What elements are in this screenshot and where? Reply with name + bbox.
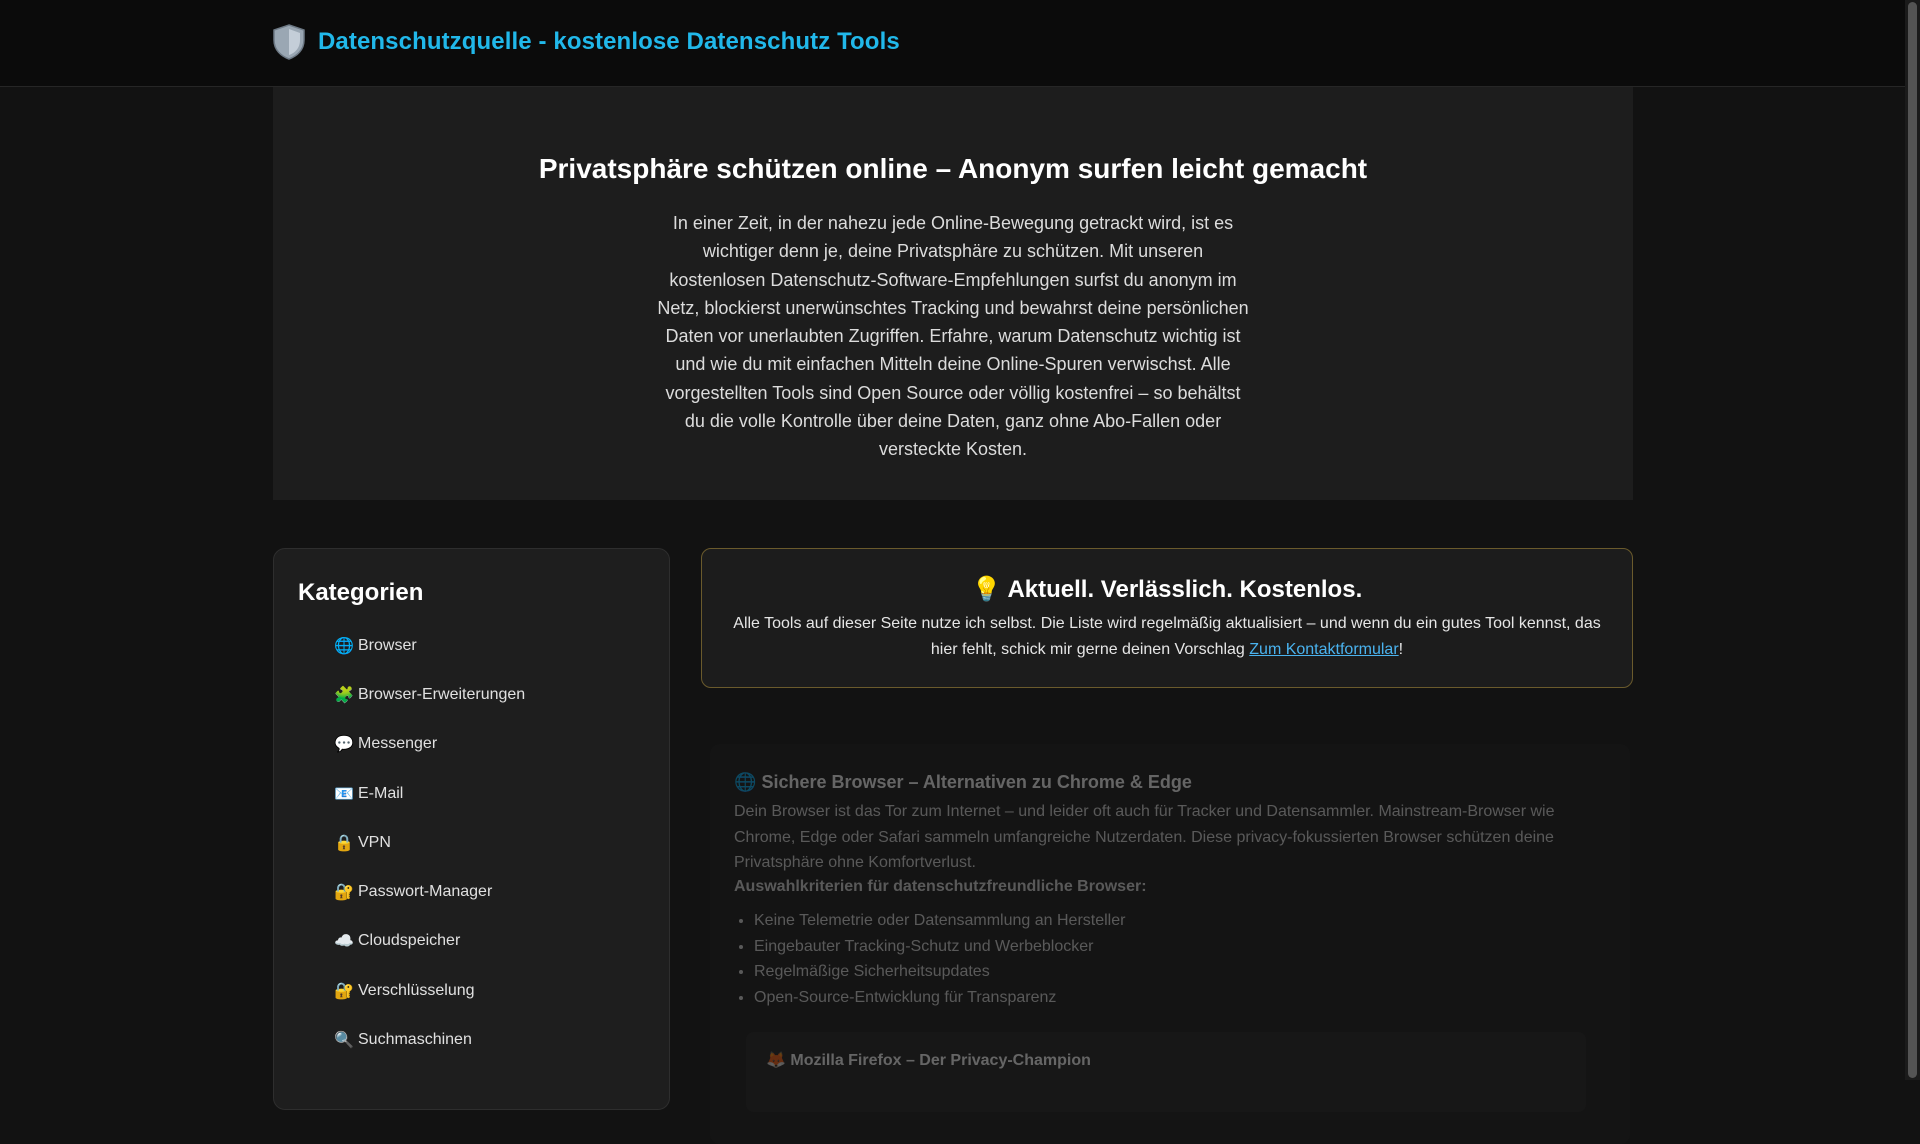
- lock-key-icon: 🔐: [334, 982, 354, 1000]
- section-heading-text: Sichere Browser – Alternativen zu Chrome…: [761, 772, 1192, 792]
- lock-key-icon: 🔐: [334, 884, 354, 902]
- category-item-cloud-storage[interactable]: ☁️ Cloudspeicher: [334, 917, 525, 966]
- hero-text: In einer Zeit, in der nahezu jede Online…: [657, 213, 1249, 460]
- cloud-icon: ☁️: [334, 933, 354, 951]
- category-item-messenger[interactable]: 💬 Messenger: [334, 720, 525, 769]
- category-item-encryption[interactable]: 🔐 Verschlüsselung: [334, 966, 525, 1015]
- section-intro: Dein Browser ist das Tor zum Internet – …: [734, 803, 1555, 871]
- notice-text-before: Alle Tools auf dieser Seite nutze ich se…: [733, 615, 1601, 658]
- contact-form-link[interactable]: Zum Kontaktformular: [1249, 641, 1398, 658]
- speech-bubble-icon: 💬: [334, 736, 354, 754]
- globe-icon: 🌐: [734, 772, 757, 792]
- category-label: Browser-Erweiterungen: [358, 685, 526, 703]
- category-list: 🌐 Browser 🧩 Browser-Erweiterungen 💬 Messeng…: [334, 621, 525, 1065]
- category-label: VPN: [358, 833, 391, 851]
- list-item: Keine Telemetrie oder Datensammlung an H…: [754, 908, 1125, 934]
- category-label: Passwort-Manager: [358, 883, 493, 901]
- notice-box: 💡 Aktuell. Verlässlich. Kostenlos. Alle …: [701, 548, 1633, 688]
- category-label: Verschlüsselung: [358, 981, 475, 999]
- tool-card-firefox[interactable]: 🦊 Mozilla Firefox – Der Privacy-Champion: [746, 1032, 1586, 1112]
- tool-card-title-text: Mozilla Firefox – Der Privacy-Champion: [790, 1052, 1091, 1069]
- notice-text-after: !: [1398, 641, 1404, 658]
- notice-heading-text: Aktuell. Verlässlich. Kostenlos.: [1007, 576, 1363, 603]
- category-item-email[interactable]: 📧 E-Mail: [334, 769, 525, 818]
- criteria-list: Keine Telemetrie oder Datensammlung an H…: [734, 908, 1125, 1010]
- list-item: Regelmäßige Sicherheitsupdates: [754, 959, 1125, 985]
- tool-card-title: 🦊 Mozilla Firefox – Der Privacy-Champion: [766, 1050, 1091, 1070]
- category-label: Suchmaschinen: [358, 1031, 472, 1049]
- magnifier-icon: 🔍: [334, 1032, 354, 1050]
- puzzle-icon: 🧩: [334, 686, 354, 704]
- browser-section: 🌐 Sichere Browser – Alternativen zu Chro…: [710, 744, 1630, 1144]
- shield-icon: [273, 24, 305, 60]
- category-item-password-manager[interactable]: 🔐 Passwort-Manager: [334, 867, 525, 916]
- scrollbar-thumb[interactable]: [1908, 2, 1917, 1078]
- notice-text: Alle Tools auf dieser Seite nutze ich se…: [732, 611, 1602, 663]
- criteria-heading: Auswahlkriterien für datenschutzfreundli…: [734, 878, 1147, 895]
- category-item-search-engines[interactable]: 🔍 Suchmaschinen: [334, 1015, 525, 1064]
- brand-link[interactable]: Datenschutzquelle - kostenlose Datenschu…: [272, 24, 900, 60]
- category-item-vpn[interactable]: 🔒 VPN: [334, 818, 525, 867]
- category-label: Browser: [358, 636, 417, 654]
- lightbulb-icon: 💡: [971, 576, 1002, 603]
- category-item-browser[interactable]: 🌐 Browser: [334, 621, 525, 670]
- hero-heading: Privatsphäre schützen online – Anonym su…: [538, 153, 1368, 184]
- category-label: E-Mail: [358, 784, 404, 802]
- categories-sidebar: Kategorien 🌐 Browser 🧩 Browser-Erweiterung…: [273, 548, 670, 1110]
- list-item: Open-Source-Entwicklung für Transparenz: [754, 985, 1125, 1011]
- globe-icon: 🌐: [334, 637, 354, 655]
- notice-heading: 💡 Aktuell. Verlässlich. Kostenlos.: [702, 575, 1632, 604]
- category-item-browser-extensions[interactable]: 🧩 Browser-Erweiterungen: [334, 670, 525, 719]
- hero-section: Privatsphäre schützen online – Anonym su…: [273, 87, 1633, 500]
- category-label: Messenger: [358, 735, 438, 753]
- lock-icon: 🔒: [334, 834, 354, 852]
- site-title: Datenschutzquelle - kostenlose Datenschu…: [318, 28, 900, 55]
- category-label: Cloudspeicher: [358, 932, 461, 950]
- top-header: Datenschutzquelle - kostenlose Datenschu…: [0, 0, 1905, 87]
- fox-icon: 🦊: [766, 1052, 786, 1069]
- categories-heading: Kategorien: [298, 579, 424, 606]
- section-heading: 🌐 Sichere Browser – Alternativen zu Chro…: [734, 772, 1192, 793]
- email-icon: 📧: [334, 785, 354, 803]
- page-scrollbar[interactable]: [1905, 0, 1920, 1080]
- list-item: Eingebauter Tracking-Schutz und Werbeblo…: [754, 934, 1125, 960]
